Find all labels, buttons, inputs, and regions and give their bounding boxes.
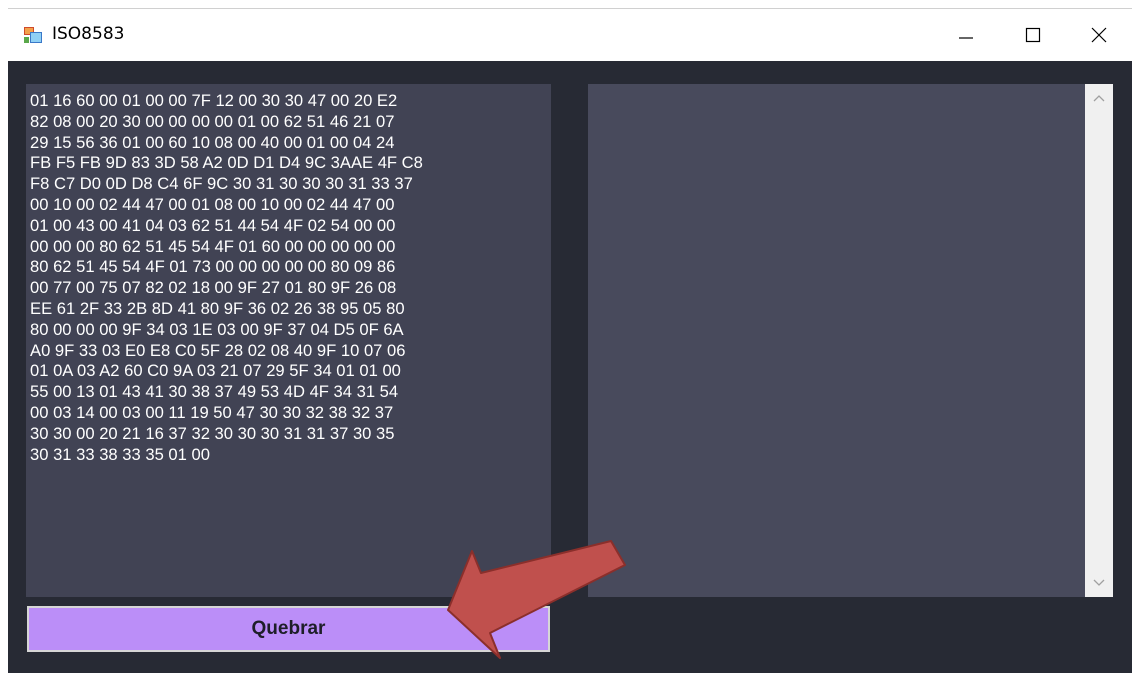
minimize-button[interactable] <box>933 9 999 61</box>
client-area: 01 16 60 00 01 00 00 7F 12 00 30 30 47 0… <box>8 61 1132 673</box>
window-title: ISO8583 <box>52 24 125 44</box>
minimize-icon <box>959 37 973 39</box>
output-textbox[interactable] <box>588 84 1085 597</box>
maximize-icon <box>1025 27 1041 43</box>
output-scrollbar[interactable] <box>1085 84 1113 597</box>
chevron-up-icon <box>1093 95 1105 102</box>
scroll-down-button[interactable] <box>1085 569 1113 597</box>
close-button[interactable] <box>1066 9 1132 61</box>
maximize-button[interactable] <box>1000 9 1066 61</box>
title-bar[interactable]: ISO8583 <box>8 8 1132 61</box>
hex-input-textbox[interactable]: 01 16 60 00 01 00 00 7F 12 00 30 30 47 0… <box>26 84 551 597</box>
app-icon <box>24 27 42 43</box>
scroll-up-button[interactable] <box>1085 84 1113 112</box>
chevron-down-icon <box>1093 579 1105 586</box>
close-icon <box>1091 27 1107 43</box>
quebrar-button[interactable]: Quebrar <box>27 606 550 652</box>
app-window: ISO8583 01 16 60 00 01 00 00 7F 12 00 30… <box>8 8 1132 673</box>
